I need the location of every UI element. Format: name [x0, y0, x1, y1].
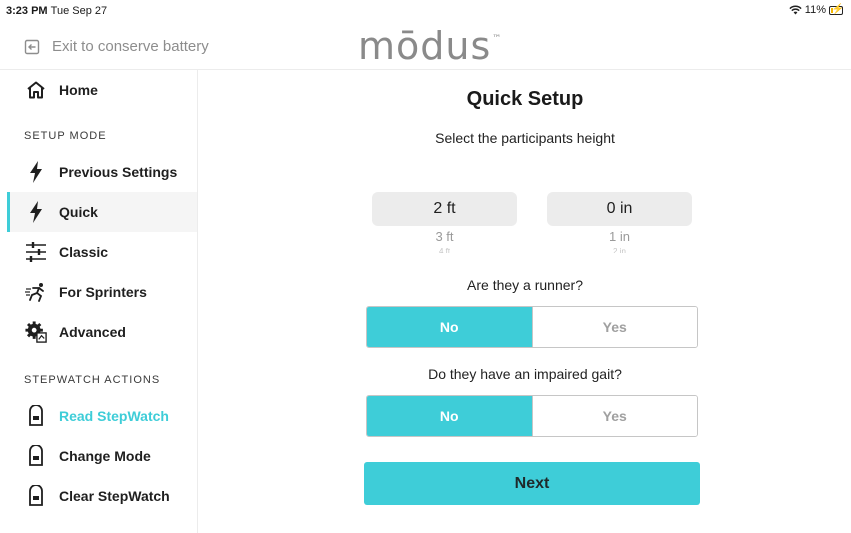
status-bar: 3:23 PM Tue Sep 27 11% ⚡: [0, 0, 851, 22]
runner-toggle: No Yes: [366, 306, 698, 348]
battery-icon: ⚡: [829, 4, 844, 15]
sidebar-item-change-mode[interactable]: Change Mode: [8, 436, 197, 476]
gait-toggle: No Yes: [366, 395, 698, 437]
stepwatch-actions-heading: STEPWATCH ACTIONS: [24, 374, 161, 386]
runner-no-option[interactable]: No: [367, 307, 532, 347]
stepwatch-device-icon: [25, 445, 47, 467]
sidebar-item-clear-stepwatch[interactable]: Clear StepWatch: [8, 476, 197, 516]
sliders-icon: [25, 241, 47, 263]
next-button[interactable]: Next: [364, 462, 700, 505]
sprinter-icon: [25, 281, 47, 303]
sidebar-item-classic[interactable]: Classic: [8, 232, 197, 272]
logo-text: mōdus: [358, 24, 492, 68]
inches-picker[interactable]: 0 in: [547, 192, 692, 226]
wifi-icon: [789, 5, 802, 15]
status-time: 3:23 PM Tue Sep 27: [6, 5, 107, 17]
sidebar-item-advanced[interactable]: Advanced: [8, 312, 197, 352]
feet-picker-next2-option[interactable]: 4 ft: [372, 247, 517, 253]
stepwatch-device-icon: [25, 485, 47, 507]
status-time-text: 3:23 PM: [6, 5, 48, 17]
lightning-icon: [25, 201, 47, 223]
main-content: Quick Setup Select the participants heig…: [199, 70, 851, 533]
sidebar-item-label: Quick: [59, 204, 98, 220]
gait-no-option[interactable]: No: [367, 396, 532, 436]
height-prompt: Select the participants height: [435, 130, 615, 146]
sidebar-item-label: Classic: [59, 244, 109, 260]
exit-icon: [24, 39, 40, 54]
sidebar-item-label: Previous Settings: [59, 164, 178, 180]
home-icon: [25, 79, 47, 101]
runner-prompt: Are they a runner?: [467, 277, 583, 293]
sidebar-item-read-stepwatch[interactable]: Read StepWatch: [8, 396, 197, 436]
app-header: Exit to conserve battery mōdus™: [0, 22, 851, 70]
lightning-icon: [25, 161, 47, 183]
status-right: 11% ⚡: [789, 4, 844, 16]
inches-picker-selected: 0 in: [606, 200, 633, 217]
modus-logo: mōdus™: [358, 24, 502, 68]
exit-label: Exit to conserve battery: [52, 38, 209, 55]
sidebar: Home SETUP MODE Previous Settings Quick …: [0, 70, 198, 533]
inches-picker-next-option[interactable]: 1 in: [547, 229, 692, 244]
status-date: Tue Sep 27: [50, 5, 108, 17]
setup-mode-heading: SETUP MODE: [24, 130, 107, 142]
exit-button[interactable]: Exit to conserve battery: [24, 38, 209, 55]
battery-percent: 11%: [804, 4, 826, 16]
sidebar-item-previous-settings[interactable]: Previous Settings: [8, 152, 197, 192]
sidebar-item-label: Read StepWatch: [59, 408, 169, 424]
runner-yes-option[interactable]: Yes: [531, 307, 697, 347]
feet-picker[interactable]: 2 ft: [372, 192, 517, 226]
sidebar-item-for-sprinters[interactable]: For Sprinters: [8, 272, 197, 312]
inches-picker-next2-option[interactable]: 2 in: [547, 247, 692, 253]
sidebar-item-quick[interactable]: Quick: [7, 192, 197, 232]
logo-trademark: ™: [492, 34, 503, 44]
page-title: Quick Setup: [466, 88, 584, 110]
sidebar-item-label: Home: [59, 82, 98, 98]
stepwatch-device-icon: [25, 405, 47, 427]
sidebar-item-label: Advanced: [59, 324, 126, 340]
sidebar-item-label: Change Mode: [59, 448, 151, 464]
gait-prompt: Do they have an impaired gait?: [428, 366, 622, 382]
next-button-label: Next: [514, 474, 550, 492]
feet-picker-next-option[interactable]: 3 ft: [372, 229, 517, 244]
sidebar-item-label: Clear StepWatch: [59, 488, 170, 504]
sidebar-item-home[interactable]: Home: [8, 70, 197, 110]
gait-yes-option[interactable]: Yes: [531, 396, 697, 436]
sidebar-item-label: For Sprinters: [59, 284, 147, 300]
feet-picker-selected: 2 ft: [433, 200, 456, 217]
gear-icon: [25, 321, 47, 343]
